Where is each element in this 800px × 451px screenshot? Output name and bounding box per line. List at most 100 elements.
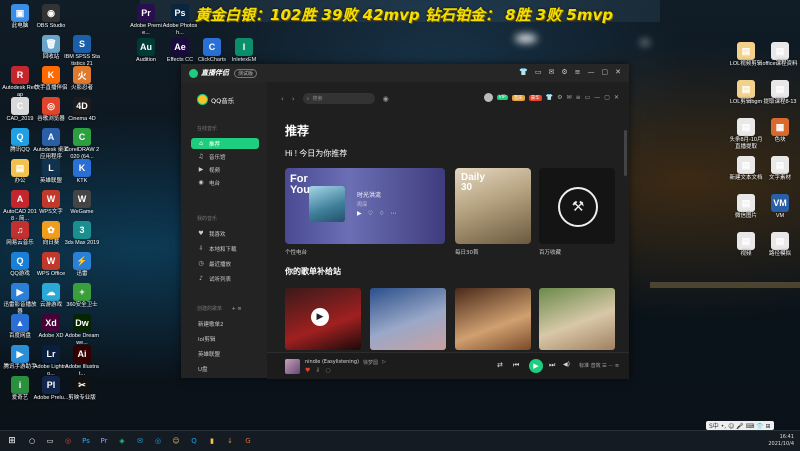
desktop-icon[interactable]: ✂ 剪映专业版 <box>64 376 100 402</box>
skin-icon[interactable]: 👕 <box>546 94 553 101</box>
sidebar-item[interactable]: ♪ 试听列表 <box>191 273 259 284</box>
desktop-icon[interactable]: ▤ 微信图片 <box>728 194 764 220</box>
desktop-icon[interactable]: K KTK <box>64 159 100 185</box>
next-icon[interactable]: ⏭ <box>549 361 555 370</box>
message-icon[interactable]: ✉ <box>548 68 554 76</box>
desktop-icon[interactable]: Ps Adobe Photosh... <box>162 4 198 36</box>
taskbar-app-icon[interactable]: ✉ <box>134 435 146 447</box>
desktop-icon[interactable]: W WeGame <box>64 190 100 216</box>
desktop-icon[interactable]: Ai Adobe Illustrat... <box>64 345 100 377</box>
taskbar-app-icon[interactable]: ○ <box>26 435 38 447</box>
mic-icon[interactable]: ◉ <box>383 95 389 103</box>
system-clock[interactable]: 16:41 2021/10/4 <box>768 434 794 448</box>
desktop-icon[interactable]: Pr Adobe Premie... <box>128 4 164 36</box>
like-icon[interactable]: ♥ <box>305 367 310 374</box>
taskbar-app-icon[interactable]: G <box>242 435 254 447</box>
desktop-icon[interactable]: ⚡ 迅雷 <box>64 252 100 278</box>
sidebar-playlist[interactable]: 新建歌单2 <box>191 318 259 329</box>
play-icon[interactable]: ▶ <box>311 308 329 326</box>
desktop-icon[interactable]: ◉ OBS Studio <box>33 4 69 30</box>
player-extra-controls[interactable]: 标准 音效 ☰ ⋯ ≡ <box>579 362 619 369</box>
taskbar-app-icon[interactable]: ◎ <box>62 435 74 447</box>
close-icon[interactable]: ✕ <box>615 68 621 76</box>
desktop-icon[interactable]: ▤ 提取课程8-13 <box>762 80 798 106</box>
back-button[interactable]: ‹ <box>281 95 284 103</box>
close-icon[interactable]: ✕ <box>614 94 619 101</box>
desktop-icon[interactable]: C ClickCharts <box>194 38 230 64</box>
comment-icon[interactable]: ◌ <box>325 367 330 374</box>
like-icon[interactable]: ♡ <box>368 210 373 217</box>
chat-icon[interactable]: ▭ <box>535 68 542 76</box>
taskbar-app-icon[interactable]: Q <box>188 435 200 447</box>
desktop-icon[interactable]: ▦ 色块 <box>762 118 798 144</box>
taskbar-app-icon[interactable]: ◎ <box>152 435 164 447</box>
desktop-icon[interactable]: VM VM <box>762 194 798 220</box>
sidebar-playlist[interactable]: 英雄联盟 <box>191 348 259 359</box>
desktop-icon[interactable]: Dw Adobe Dreamwe... <box>64 314 100 346</box>
desktop-icon[interactable]: +360安全卫士 <box>64 283 100 309</box>
desktop-icon[interactable]: ▤ LOL剪辑bgm <box>728 80 764 106</box>
desktop-icon[interactable]: ▤ LOL视频剪辑 <box>728 42 764 68</box>
desktop-icon[interactable]: ▤ 新建文本文档 <box>728 156 764 182</box>
previous-icon[interactable]: ⏮ <box>513 361 519 370</box>
minimize-icon[interactable]: — <box>588 68 595 76</box>
mail-icon[interactable]: ✉ <box>567 94 572 101</box>
taskbar-app-icon[interactable]: ▭ <box>44 435 56 447</box>
start-button[interactable]: ⊞ <box>6 435 18 447</box>
menu-icon[interactable]: ≡ <box>576 94 581 101</box>
desktop-icon[interactable]: ▤ 头条8月-10月直播提取 <box>728 118 764 150</box>
sidebar-item[interactable]: ◷ 最近播放 <box>191 258 259 269</box>
more-icon[interactable]: ⋯ <box>390 210 396 217</box>
daily-recommend-card[interactable]: For You 时光洪流 周深 ▶ ♡ ♢ ⋯ <box>285 168 445 244</box>
qq-music-brand[interactable]: QQ音乐 <box>197 94 234 105</box>
minimize-icon[interactable]: — <box>594 94 600 101</box>
maximize-icon[interactable]: ▢ <box>604 94 610 101</box>
sidebar-playlist[interactable]: U盘 <box>191 363 259 374</box>
playlist-actions[interactable]: + ≡ <box>232 306 242 312</box>
sidebar-item[interactable]: ⌂ 推荐 <box>191 138 259 149</box>
sidebar-playlist[interactable]: lol剪辑 <box>191 333 259 344</box>
play-button[interactable]: ▶ <box>529 359 543 373</box>
desktop-icon[interactable]: ▤ 文字素材 <box>762 156 798 182</box>
mini-mode-icon[interactable]: ▭ <box>585 94 591 101</box>
sidebar-item[interactable]: ⇩ 本地和下载 <box>191 243 259 254</box>
play-icon[interactable]: ▶ <box>357 210 362 217</box>
desktop-icon[interactable]: S IBM SPSS Statistics 21 <box>64 35 100 67</box>
window-titlebar[interactable]: 直播伴侣 测试版 👕 ▭ ✉ ⚙ ≡ — ▢ ✕ <box>181 64 629 82</box>
desktop-icon[interactable]: 3 3ds Max 2019 <box>64 221 100 247</box>
dislike-icon[interactable]: ♢ <box>379 210 384 217</box>
taskbar-app-icon[interactable]: ↓ <box>224 435 236 447</box>
shirt-icon[interactable]: 👕 <box>519 68 528 76</box>
avatar[interactable] <box>483 93 493 102</box>
desktop-icon[interactable]: ▤ office课程资料 <box>762 42 798 68</box>
playmode-icon[interactable]: ⇄ <box>497 361 503 369</box>
playlist-cover[interactable]: ▶ <box>285 288 361 350</box>
download-icon[interactable]: ⇩ <box>315 367 320 374</box>
desktop-icon[interactable]: Au Audition <box>128 38 164 64</box>
taskbar-app-icon[interactable]: ☺ <box>170 435 182 447</box>
taskbar-app-icon[interactable]: Pr <box>98 435 110 447</box>
desktop-icon[interactable]: 4D Cinema 4D <box>64 97 100 123</box>
desktop-icon[interactable]: ▤ 视频 <box>728 232 764 258</box>
maximize-icon[interactable]: ▢ <box>602 68 609 76</box>
playlist-cover[interactable] <box>455 288 531 350</box>
desktop-icon[interactable]: 火火影忍者 <box>64 66 100 92</box>
desktop-icon[interactable]: C CorelDRAW 2020 (64... <box>64 128 100 160</box>
desktop-icon[interactable]: I InletexEM <box>226 38 262 64</box>
taskbar-app-icon[interactable]: Ps <box>80 435 92 447</box>
million-collection-tile[interactable]: ⚒ <box>539 168 615 244</box>
mv-icon[interactable]: ▷ <box>382 359 386 365</box>
scrollbar[interactable] <box>624 130 627 176</box>
menu-icon[interactable]: ≡ <box>575 68 581 76</box>
desktop-icon[interactable]: ▤ 路径模拟 <box>762 232 798 258</box>
daily30-tile[interactable]: Daily 30 <box>455 168 531 244</box>
playlist-cover[interactable] <box>539 288 615 350</box>
settings-icon[interactable]: ⚙ <box>561 68 567 76</box>
sidebar-item[interactable]: ▶ 视频 <box>191 164 259 175</box>
forward-button[interactable]: › <box>292 95 295 103</box>
now-playing-cover[interactable] <box>285 358 300 374</box>
ime-toolbar[interactable]: S中 •, ☺ 🎤 ⌨ 👕 ⊞ <box>706 421 774 430</box>
search-input[interactable]: ⌕ 搜索 <box>302 93 375 104</box>
sidebar-item[interactable]: ◉ 电台 <box>191 177 259 188</box>
settings-icon[interactable]: ⚙ <box>557 94 562 101</box>
